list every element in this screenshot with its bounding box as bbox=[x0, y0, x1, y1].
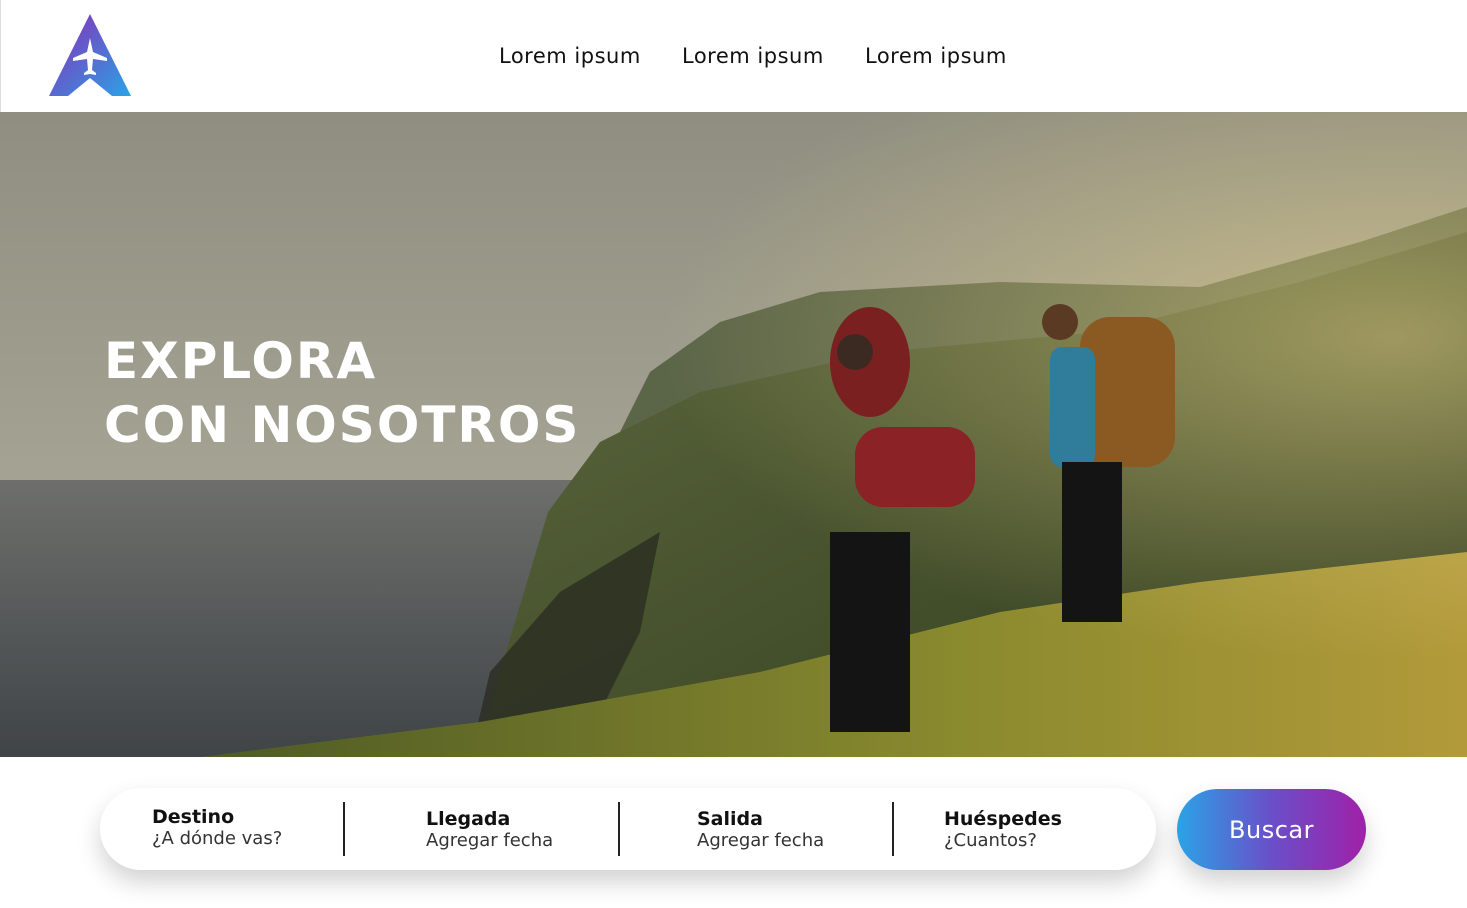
site-header: Lorem ipsum Lorem ipsum Lorem ipsum bbox=[0, 0, 1467, 112]
guests-label: Huéspedes bbox=[944, 808, 1062, 830]
departure-label: Salida bbox=[697, 808, 763, 830]
field-divider bbox=[892, 802, 894, 856]
field-divider bbox=[618, 802, 620, 856]
departure-placeholder: Agregar fecha bbox=[697, 830, 825, 851]
destination-field[interactable]: Destino ¿A dónde vas? bbox=[152, 806, 282, 856]
arrival-label: Llegada bbox=[426, 808, 511, 830]
nav-item-1[interactable]: Lorem ipsum bbox=[499, 44, 641, 68]
search-button[interactable]: Buscar bbox=[1177, 789, 1366, 870]
guests-placeholder: ¿Cuantos? bbox=[944, 830, 1037, 851]
field-divider bbox=[343, 802, 345, 856]
hero-title: EXPLORA CON NOSOTROS bbox=[104, 336, 580, 450]
main-nav: Lorem ipsum Lorem ipsum Lorem ipsum bbox=[1, 44, 1467, 74]
destination-label: Destino bbox=[152, 806, 235, 828]
search-bar: Destino ¿A dónde vas? Llegada Agregar fe… bbox=[100, 788, 1156, 870]
departure-date-field[interactable]: Salida Agregar fecha bbox=[697, 808, 824, 858]
nav-item-3[interactable]: Lorem ipsum bbox=[865, 44, 1007, 68]
hero-title-line-2: CON NOSOTROS bbox=[104, 396, 581, 454]
nav-item-2[interactable]: Lorem ipsum bbox=[682, 44, 824, 68]
destination-placeholder: ¿A dónde vas? bbox=[152, 828, 283, 849]
hero-banner: EXPLORA CON NOSOTROS bbox=[0, 112, 1467, 757]
arrival-date-field[interactable]: Llegada Agregar fecha bbox=[426, 808, 553, 858]
hero-title-line-1: EXPLORA bbox=[104, 332, 378, 390]
arrival-placeholder: Agregar fecha bbox=[426, 830, 554, 851]
guests-field[interactable]: Huéspedes ¿Cuantos? bbox=[944, 808, 1062, 858]
